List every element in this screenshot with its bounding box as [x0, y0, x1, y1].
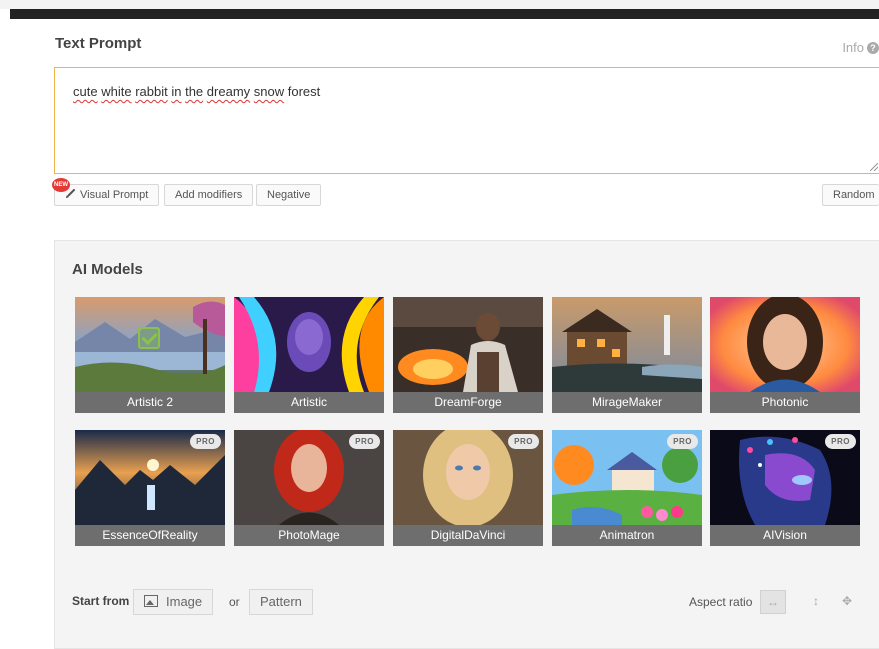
- aspect-portrait-button[interactable]: ↕: [803, 590, 829, 614]
- visual-prompt-label: Visual Prompt: [80, 189, 149, 201]
- portrait-thumbnail: [234, 297, 384, 392]
- text-prompt-title: Text Prompt: [55, 35, 142, 52]
- pro-badge: PRO: [349, 434, 380, 449]
- model-name: Animatron: [552, 525, 702, 546]
- visual-prompt-button[interactable]: Visual Prompt: [54, 184, 160, 206]
- horizontal-arrows-icon: ↔: [767, 595, 779, 609]
- negative-button[interactable]: Negative: [256, 184, 322, 206]
- model-card-digitaldavinci[interactable]: PRO DigitalDaVinci: [393, 430, 543, 546]
- selected-check-icon: [138, 327, 160, 349]
- model-card-photomage[interactable]: PRO PhotoMage: [234, 430, 384, 546]
- prompt-text: cute white rabbit in the dreamy snow for…: [73, 84, 320, 99]
- prompt-word: dreamy: [206, 84, 251, 99]
- chef-photo-thumbnail: [393, 297, 543, 392]
- model-name: DigitalDaVinci: [393, 525, 543, 546]
- portrait-thumbnail: [710, 297, 860, 392]
- model-name: MirageMaker: [552, 392, 702, 413]
- vertical-arrows-icon: ↕: [813, 594, 819, 608]
- info-link[interactable]: Info?: [842, 40, 879, 55]
- aspect-landscape-button[interactable]: ↔: [760, 590, 786, 614]
- model-name: Artistic 2: [75, 392, 225, 413]
- model-name: EssenceOfReality: [75, 525, 225, 546]
- new-badge: NEW: [52, 178, 70, 192]
- add-modifiers-button[interactable]: Add modifiers: [164, 184, 254, 206]
- model-card-miragemaker[interactable]: MirageMaker: [552, 297, 702, 413]
- resize-handle[interactable]: [870, 163, 878, 171]
- prompt-word: white: [101, 84, 132, 99]
- ai-models-title: AI Models: [72, 261, 143, 278]
- image-icon: [144, 595, 158, 607]
- model-card-dreamforge[interactable]: DreamForge: [393, 297, 543, 413]
- image-button-label: Image: [166, 594, 203, 609]
- model-card-artistic-2[interactable]: Artistic 2: [75, 297, 225, 413]
- model-card-aivision[interactable]: PRO AIVision: [710, 430, 860, 546]
- top-border: [0, 0, 879, 9]
- prompt-word: snow: [253, 84, 285, 99]
- prompt-word: forest: [287, 84, 321, 99]
- start-from-image-button[interactable]: Image: [133, 589, 214, 615]
- start-from-pattern-button[interactable]: Pattern: [249, 589, 313, 615]
- info-label: Info: [842, 40, 864, 55]
- prompt-textarea[interactable]: cute white rabbit in the dreamy snow for…: [54, 67, 879, 174]
- prompt-word: the: [185, 84, 204, 99]
- cottage-thumbnail: [552, 297, 702, 392]
- model-name: DreamForge: [393, 392, 543, 413]
- random-button[interactable]: Random: [822, 184, 879, 206]
- pro-badge: PRO: [190, 434, 221, 449]
- aspect-free-button[interactable]: ✥: [834, 590, 860, 614]
- model-name: Artistic: [234, 392, 384, 413]
- model-name: AIVision: [710, 525, 860, 546]
- start-from-label: Start from: [72, 594, 130, 608]
- pro-badge: PRO: [825, 434, 856, 449]
- model-name: Photonic: [710, 392, 860, 413]
- prompt-word: cute: [73, 84, 98, 99]
- browser-bar: [10, 9, 879, 19]
- model-card-photonic[interactable]: Photonic: [710, 297, 860, 413]
- model-card-essenceofreality[interactable]: PRO EssenceOfReality: [75, 430, 225, 546]
- prompt-word: rabbit: [135, 84, 168, 99]
- model-name: PhotoMage: [234, 525, 384, 546]
- question-icon: ?: [867, 42, 879, 54]
- pro-badge: PRO: [508, 434, 539, 449]
- model-card-artistic[interactable]: Artistic: [234, 297, 384, 413]
- model-card-animatron[interactable]: PRO Animatron: [552, 430, 702, 546]
- or-text: or: [229, 595, 240, 609]
- prompt-word: in: [171, 84, 182, 99]
- pro-badge: PRO: [667, 434, 698, 449]
- move-arrows-icon: ✥: [841, 594, 853, 608]
- aspect-ratio-label: Aspect ratio: [689, 595, 753, 609]
